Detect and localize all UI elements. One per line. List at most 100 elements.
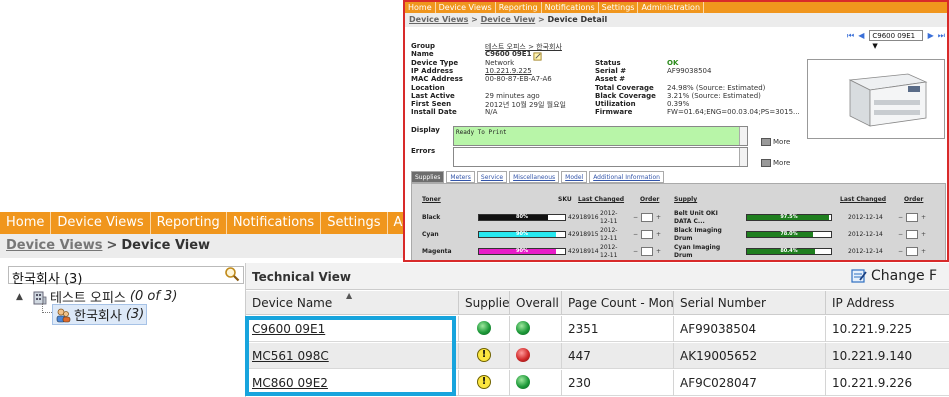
overall-status-cell	[510, 316, 562, 342]
order-decrement-button[interactable]: −	[898, 231, 903, 238]
order-quantity-input[interactable]	[906, 230, 918, 239]
toner-sku: 42918916	[568, 214, 599, 221]
supplies-panel: Toner SKU Last Changed Order Supply Last…	[411, 183, 946, 260]
popup-nav-reporting[interactable]: Reporting	[496, 2, 542, 13]
errors-textarea[interactable]	[453, 147, 748, 167]
col-device-name[interactable]: Device Name ▲	[246, 291, 459, 315]
order-decrement-button[interactable]: −	[633, 214, 638, 221]
col-page-count[interactable]: Page Count - Month	[562, 291, 674, 315]
toner-level-bar: 90%	[478, 248, 566, 255]
device-select[interactable]: C9600 09E1 ▼	[869, 30, 923, 50]
supply-last-changed-header[interactable]: Last Changed	[840, 196, 886, 203]
order-increment-button[interactable]: +	[656, 248, 661, 255]
order-increment-button[interactable]: +	[921, 231, 926, 238]
popup-breadcrumb-device-view[interactable]: Device View	[481, 15, 536, 24]
edit-name-icon[interactable]	[533, 52, 542, 61]
search-icon[interactable]	[224, 266, 240, 282]
status-ok-icon	[516, 375, 530, 389]
toner-changed-date: 12-11	[600, 252, 618, 259]
toner-changed-date: 12-11	[600, 235, 618, 242]
order-decrement-button[interactable]: −	[898, 248, 903, 255]
supply-changed-date: 2012-12-14	[848, 214, 883, 221]
last-icon[interactable]: ⏭	[938, 31, 945, 41]
order-quantity-input[interactable]	[641, 213, 653, 222]
device-name-highlight	[245, 316, 456, 396]
col-overall-status[interactable]: Overall S	[510, 291, 562, 315]
col-ip-address[interactable]: IP Address	[826, 291, 949, 315]
popup-nav-administration[interactable]: Administration	[638, 2, 705, 13]
status-error-icon	[516, 348, 530, 362]
level-percent: 80.4%	[780, 248, 798, 254]
first-icon[interactable]: ⏮	[847, 31, 854, 41]
supply-name: Cyan Imaging	[674, 244, 721, 251]
more-label: More	[773, 159, 791, 167]
popup-nav-home[interactable]: Home	[405, 2, 436, 13]
supply-header[interactable]: Supply	[674, 196, 697, 203]
popup-breadcrumb-device-views[interactable]: Device Views	[409, 15, 468, 24]
technical-view-title: Technical View	[252, 270, 351, 284]
nav-notifications[interactable]: Notifications	[227, 212, 322, 234]
order-decrement-button[interactable]: −	[633, 248, 638, 255]
technical-view-header: Technical View Change F	[246, 263, 949, 290]
tree-child-label: 한국회사	[74, 309, 122, 324]
tree-root-count: (0 of 3)	[129, 289, 178, 304]
nav-settings[interactable]: Settings	[321, 212, 388, 234]
order-quantity-input[interactable]	[641, 247, 653, 256]
order-decrement-button[interactable]: −	[898, 214, 903, 221]
popup-nav-settings[interactable]: Settings	[599, 2, 639, 13]
order-increment-button[interactable]: +	[921, 214, 926, 221]
detail-value: N/A	[485, 108, 498, 116]
tree-node-child[interactable]: 한국회사 (3)	[52, 304, 148, 325]
printer-icon	[848, 73, 928, 127]
tab-supplies[interactable]: Supplies	[411, 171, 445, 183]
tab-model[interactable]: Model	[561, 171, 588, 183]
detail-value[interactable]: 10.221.9.225	[485, 67, 532, 75]
toner-changed-year: 2012-	[600, 210, 618, 217]
order-quantity-input[interactable]	[641, 230, 653, 239]
display-text: Ready To Print	[456, 129, 507, 136]
detail-label: Status	[595, 59, 621, 67]
nav-home[interactable]: Home	[0, 212, 52, 234]
order-increment-button[interactable]: +	[656, 214, 661, 221]
col-device-name-label: Device Name	[252, 296, 333, 310]
tab-miscellaneous[interactable]: Miscellaneous	[509, 171, 560, 183]
order-quantity-input[interactable]	[906, 213, 918, 222]
tab-service[interactable]: Service	[476, 171, 508, 183]
previous-icon[interactable]: ◀	[858, 31, 864, 40]
device-tree: 한국회사 (3) ▲ 테스트 오피스 (0 of 3) 한국회사 (3)	[0, 263, 246, 397]
popup-nav-device-views[interactable]: Device Views	[436, 2, 496, 13]
change-view-button[interactable]: Change F	[851, 268, 937, 284]
ip-cell: 10.221.9.226	[832, 376, 913, 390]
display-more-link[interactable]: More	[761, 138, 790, 146]
tab-additional-information[interactable]: Additional Information	[589, 171, 664, 183]
errors-more-link[interactable]: More	[761, 159, 790, 167]
supply-changed-date: 2012-12-14	[848, 231, 883, 238]
toner-sku: 42918914	[568, 248, 599, 255]
errors-label: Errors	[411, 147, 436, 155]
breadcrumb-device-views[interactable]: Device Views	[6, 238, 102, 253]
toner-header[interactable]: Toner	[422, 196, 441, 203]
order-increment-button[interactable]: +	[921, 248, 926, 255]
next-icon[interactable]: ▶	[928, 31, 934, 40]
nav-device-views[interactable]: Device Views	[51, 212, 151, 234]
detail-label: Total Coverage	[595, 84, 654, 92]
order-increment-button[interactable]: +	[656, 231, 661, 238]
order-quantity-input[interactable]	[906, 247, 918, 256]
sort-ascending-icon: ▲	[346, 291, 353, 300]
order-header[interactable]: Order	[640, 196, 659, 203]
collapse-icon[interactable]: ▲	[16, 292, 26, 302]
supply-name: Black Imaging	[674, 227, 722, 234]
printer-photo	[807, 59, 945, 139]
last-changed-header[interactable]: Last Changed	[578, 196, 624, 203]
order-decrement-button[interactable]: −	[633, 231, 638, 238]
scrollbar[interactable]	[739, 148, 747, 166]
supply-order-header[interactable]: Order	[904, 196, 923, 203]
tree-search-input[interactable]: 한국회사 (3)	[8, 266, 244, 287]
nav-reporting[interactable]: Reporting	[151, 212, 227, 234]
popup-nav-notifications[interactable]: Notifications	[542, 2, 599, 13]
scrollbar[interactable]	[739, 127, 747, 145]
col-supplies[interactable]: Supplies	[459, 291, 510, 315]
tab-meters[interactable]: Meters	[446, 171, 475, 183]
display-textarea[interactable]: Ready To Print	[453, 126, 748, 146]
col-serial-number[interactable]: Serial Number	[674, 291, 826, 315]
